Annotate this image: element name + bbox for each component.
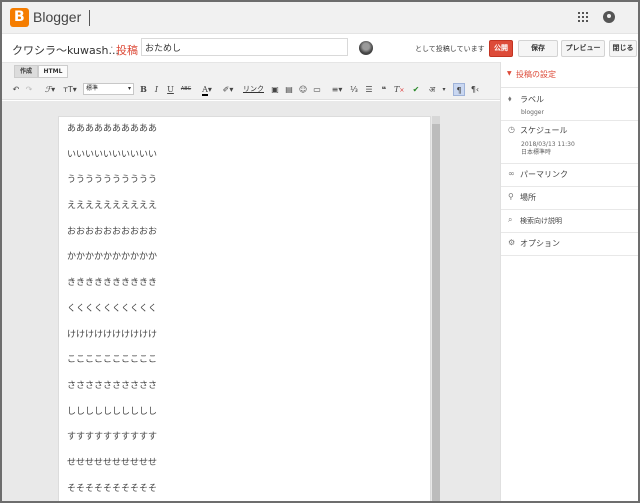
tag-icon: ⬧	[508, 94, 512, 103]
location-pin-icon: ⚲	[508, 192, 514, 201]
permalink-title: パーマリンク	[520, 170, 568, 179]
search-icon: ⌕	[508, 215, 513, 224]
underline-icon[interactable]: U	[166, 83, 175, 96]
scrollbar-thumb[interactable]	[432, 124, 440, 501]
top-bar: Blogger	[2, 2, 638, 34]
tab-html[interactable]: HTML	[38, 65, 68, 78]
labels-value: blogger	[521, 109, 544, 116]
editor-toolbar: 作成 HTML ↶ ↷ ℱ▾ тT▾ 標準 B I U ABC A▾ ✐▾ リン…	[2, 62, 500, 100]
posting-as-text: として投稿しています	[415, 45, 485, 53]
close-button[interactable]: 閉じる	[609, 40, 637, 57]
body-line[interactable]: ここここここここここ	[67, 356, 157, 382]
italic-icon[interactable]: I	[152, 83, 161, 96]
clear-format-icon[interactable]: T×	[394, 83, 404, 96]
post-body[interactable]: ああああああああああ いいいいいいいいいい うううううううううう ええええええええええ…	[67, 125, 157, 501]
body-line[interactable]: きききききききききき	[67, 279, 157, 305]
save-button[interactable]: 保存	[518, 40, 558, 57]
body-line[interactable]: せせせせせせせせせせ	[67, 458, 157, 485]
breadcrumb-separator: ·	[110, 41, 114, 54]
emoji-icon[interactable]: ☺	[298, 83, 308, 96]
labels-title: ラベル	[520, 95, 544, 104]
sidebar-item-search-description[interactable]: ⌕ 検索向け説明	[501, 211, 638, 233]
undo-icon[interactable]: ↶	[11, 83, 21, 96]
body-line[interactable]: ささささささささささ	[67, 381, 157, 408]
video-icon[interactable]: ▤	[284, 83, 294, 96]
bullet-list-icon[interactable]: ☰	[364, 83, 374, 96]
apps-grid-icon[interactable]	[578, 12, 588, 22]
editor-area: ああああああああああ いいいいいいいいいい うううううううううう ええええええええええ…	[2, 101, 500, 501]
font-size-icon[interactable]: тT▾	[62, 83, 78, 96]
sidebar-item-labels[interactable]: ⬧ ラベル blogger	[501, 89, 638, 121]
rtl-icon[interactable]: ¶‹	[469, 83, 481, 96]
body-line[interactable]: けけけけけけけけけけ	[67, 330, 157, 357]
clock-icon: ◷	[508, 125, 515, 134]
schedule-datetime: 2018/03/13 11:30	[521, 141, 575, 148]
highlight-icon[interactable]: ✐▾	[220, 83, 236, 96]
schedule-timezone: 日本標準時	[521, 149, 552, 156]
format-select[interactable]: 標準	[83, 83, 134, 95]
font-family-icon[interactable]: ℱ▾	[43, 83, 57, 96]
spellcheck-icon[interactable]: ✔	[411, 83, 421, 96]
blog-name-link[interactable]: クワシラ〜kuwash...	[12, 42, 119, 58]
body-line[interactable]: すすすすすすすすすす	[67, 433, 157, 459]
strikethrough-icon[interactable]: ABC	[180, 83, 192, 96]
search-description-title: 検索向け説明	[520, 217, 562, 225]
preview-button[interactable]: プレビュー	[561, 40, 605, 57]
body-line[interactable]: くくくくくくくくくく	[67, 304, 157, 331]
schedule-title: スケジュール	[520, 126, 568, 135]
post-body-editor[interactable]: ああああああああああ いいいいいいいいいい うううううううううう ええええええええええ…	[58, 116, 431, 501]
post-title-row: クワシラ〜kuwash... · 投稿 おためし として投稿しています 公開 保…	[2, 35, 638, 62]
post-settings-sidebar: ▼ 投稿の設定 ⬧ ラベル blogger ◷ スケジュール 2018/03/1…	[500, 62, 638, 501]
post-settings-title: 投稿の設定	[516, 70, 556, 79]
redo-icon[interactable]: ↷	[24, 83, 34, 96]
sidebar-item-options[interactable]: ⚙ オプション	[501, 234, 638, 256]
body-line[interactable]: うううううううううう	[67, 176, 157, 202]
body-line[interactable]: おおおおおおおおおお	[67, 227, 157, 254]
divider	[89, 10, 90, 26]
body-line[interactable]: しししししししししし	[67, 407, 157, 434]
body-line[interactable]: いいいいいいいいいい	[67, 150, 157, 177]
avatar[interactable]	[359, 41, 373, 55]
text-color-icon[interactable]: A▾	[199, 83, 215, 96]
body-line[interactable]: そそそそそそそそそそ	[67, 484, 157, 501]
link-button[interactable]: リンク	[243, 83, 264, 96]
align-icon[interactable]: ≡▾	[329, 83, 345, 96]
numbered-list-icon[interactable]: ⅓	[349, 83, 359, 96]
sidebar-item-permalink[interactable]: ∞ パーマリンク	[501, 165, 638, 187]
link-icon: ∞	[508, 169, 515, 178]
body-line[interactable]: ああああああああああ	[67, 125, 157, 151]
app-window: Blogger クワシラ〜kuwash... · 投稿 おためし として投稿して…	[0, 0, 640, 503]
image-icon[interactable]: ▣	[270, 83, 280, 96]
ltr-icon[interactable]: ¶	[453, 83, 465, 96]
jump-break-icon[interactable]: ▭	[312, 83, 322, 96]
location-title: 場所	[520, 193, 536, 202]
caret-down-icon: ▼	[507, 70, 512, 77]
tab-compose[interactable]: 作成	[14, 65, 38, 78]
breadcrumb-post: 投稿	[116, 44, 138, 57]
bold-icon[interactable]: B	[139, 83, 148, 96]
sidebar-item-schedule[interactable]: ◷ スケジュール 2018/03/13 11:30 日本標準時	[501, 122, 638, 164]
body-line[interactable]: かかかかかかかかかか	[67, 253, 157, 279]
input-tools-dropdown-icon[interactable]: ▾	[440, 83, 448, 96]
blogger-logo-icon[interactable]	[10, 8, 29, 27]
options-title: オプション	[520, 239, 560, 248]
editor-scrollbar[interactable]	[432, 116, 440, 501]
input-tools-icon[interactable]: अ	[426, 83, 438, 96]
quote-icon[interactable]: ❝	[379, 83, 389, 96]
sidebar-item-location[interactable]: ⚲ 場所	[501, 188, 638, 210]
body-line[interactable]: ええええええええええ	[67, 202, 157, 228]
publish-button[interactable]: 公開	[489, 40, 513, 57]
account-icon[interactable]	[603, 11, 615, 23]
post-title-input[interactable]: おためし	[141, 38, 348, 56]
gear-icon: ⚙	[508, 238, 516, 247]
brand-name[interactable]: Blogger	[33, 9, 81, 25]
post-settings-header[interactable]: ▼ 投稿の設定	[501, 62, 638, 88]
